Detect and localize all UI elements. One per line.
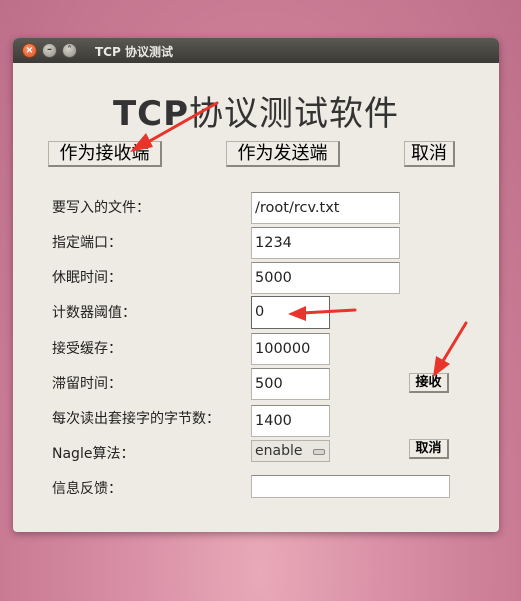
file-label: 要写入的文件：: [52, 200, 150, 216]
bytes-label: 每次读出套接字的字节数：: [52, 411, 220, 427]
close-icon[interactable]: ×: [22, 43, 37, 58]
page-title: TCP协议测试软件: [13, 86, 499, 135]
page-title-text: 协议测试软件: [189, 94, 400, 134]
linger-label: 滞留时间：: [52, 376, 122, 392]
feedback-label: 信息反馈：: [52, 481, 122, 497]
page-title-bold: TCP: [112, 94, 190, 134]
chevron-down-icon: [313, 449, 325, 455]
minimize-icon[interactable]: –: [42, 43, 57, 58]
bytes-input[interactable]: 1400: [251, 405, 330, 437]
nagle-select[interactable]: enable: [251, 440, 330, 462]
cancel-side-button[interactable]: 取消: [409, 439, 449, 459]
port-input[interactable]: 1234: [251, 227, 400, 259]
window-title: TCP 协议测试: [95, 45, 173, 59]
sleep-label: 休眠时间：: [52, 270, 122, 286]
cancel-top-button[interactable]: 取消: [404, 141, 455, 167]
buffer-input[interactable]: 100000: [251, 333, 330, 365]
sender-mode-button[interactable]: 作为发送端: [226, 141, 340, 167]
nagle-select-value: enable: [255, 443, 303, 459]
receive-button[interactable]: 接收: [409, 373, 449, 393]
buffer-label: 接受缓存：: [52, 341, 122, 357]
file-input[interactable]: /root/rcv.txt: [251, 192, 400, 224]
nagle-label: Nagle算法：: [52, 446, 135, 462]
title-bar: × – ˄ TCP 协议测试: [13, 38, 499, 63]
threshold-input[interactable]: 0: [251, 296, 330, 329]
feedback-input[interactable]: [251, 475, 450, 498]
port-label: 指定端口：: [52, 235, 122, 251]
threshold-label: 计数器阈值：: [52, 305, 136, 321]
main-window: × – ˄ TCP 协议测试 TCP协议测试软件 作为接收端 作为发送端 取消 …: [13, 38, 499, 532]
linger-input[interactable]: 500: [251, 368, 330, 400]
maximize-icon[interactable]: ˄: [62, 43, 77, 58]
sleep-input[interactable]: 5000: [251, 262, 400, 294]
receiver-mode-button[interactable]: 作为接收端: [48, 141, 162, 167]
